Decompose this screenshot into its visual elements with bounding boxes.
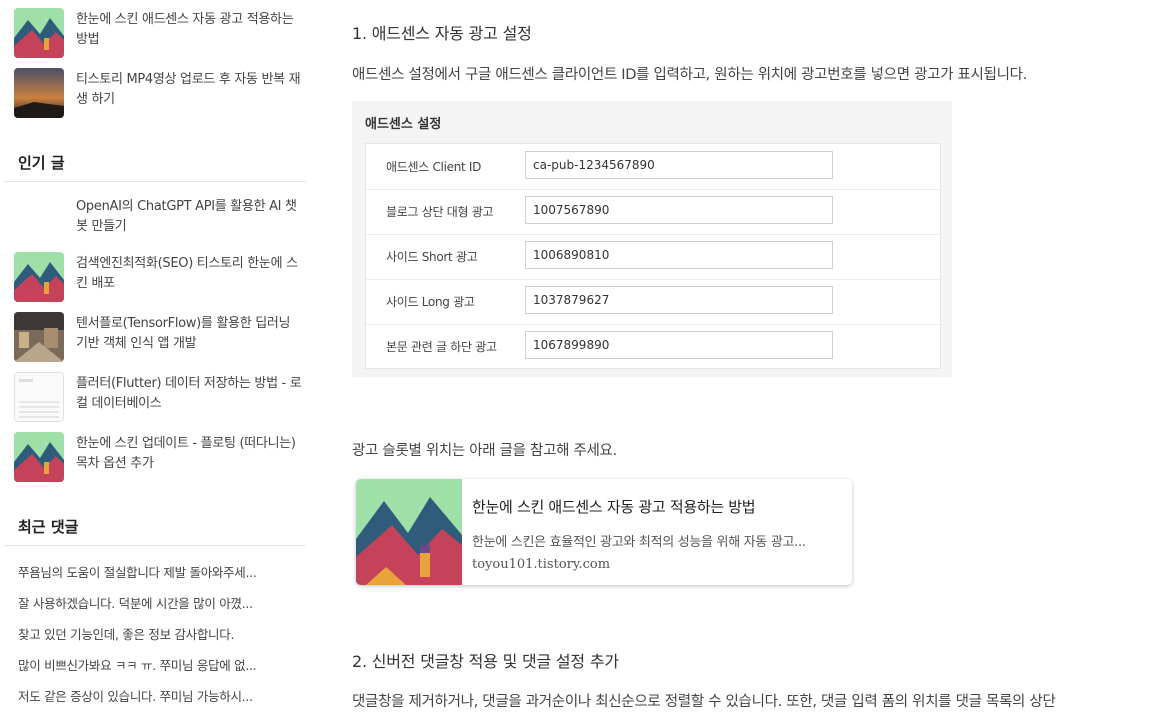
recent-comments-heading: 최근 댓글 (18, 518, 79, 536)
card-url: toyou101.tistory.com (472, 557, 611, 572)
section1-text: 애드센스 설정에서 구글 애드센스 클라이언트 ID를 입력하고, 원하는 위치… (352, 67, 1028, 83)
settings-row: 애드센스 Client ID (366, 144, 940, 190)
section2-text: 댓글창을 제거하거나, 댓글을 과거순이나 최신순으로 정렬할 수 있습니다. … (352, 694, 1056, 710)
top-banner-ad-input[interactable] (525, 196, 833, 224)
divider (4, 181, 306, 182)
card-title: 한눈에 스킨 애드센스 자동 광고 적용하는 방법 (472, 498, 756, 516)
section1-heading: 1. 애드센스 자동 광고 설정 (352, 24, 532, 43)
settings-row: 사이드 Long 광고 (366, 279, 940, 325)
popular-post-item[interactable]: 텐서플로(TensorFlow)를 활용한 딥러닝 기반 객체 인식 앱 개발 (14, 312, 310, 364)
card-description: 한눈에 스킨은 효율적인 광고와 최적의 성능을 위해 자동 광고... (472, 535, 806, 550)
popular-post-item[interactable]: OpenAI의 ChatGPT API를 활용한 AI 챗봇 만들기 (14, 195, 310, 247)
settings-title: 애드센스 설정 (365, 117, 442, 132)
recent-post-item[interactable]: 한눈에 스킨 애드센스 자동 광고 적용하는 방법 (14, 8, 310, 60)
recent-post-item[interactable]: 티스토리 MP4영상 업로드 후 자동 반복 재생 하기 (14, 68, 310, 120)
comment-item[interactable]: 저도 같은 증상이 있습니다. 쭈미님 가능하시... (18, 686, 308, 705)
settings-label: 본문 관련 글 하단 광고 (386, 340, 497, 354)
divider (4, 545, 306, 546)
client-id-input[interactable] (525, 151, 833, 179)
comment-item[interactable]: 잘 사용하겠습니다. 덕분에 시간을 많이 아꼈... (18, 593, 308, 612)
popular-post-title[interactable]: OpenAI의 ChatGPT API를 활용한 AI 챗봇 만들기 (76, 197, 304, 237)
related-post-ad-input[interactable] (525, 331, 833, 359)
recent-post-title[interactable]: 티스토리 MP4영상 업로드 후 자동 반복 재생 하기 (76, 70, 304, 110)
street-photo-thumbnail (14, 312, 64, 362)
settings-row: 블로그 상단 대형 광고 (366, 189, 940, 235)
popular-post-item[interactable]: 플러터(Flutter) 데이터 저장하는 방법 - 로컬 데이터베이스 (14, 372, 310, 424)
comment-item[interactable]: 찾고 있던 기능인데, 좋은 정보 감사합니다. (18, 624, 308, 643)
mountain-landscape-thumbnail (356, 479, 462, 585)
popular-post-title[interactable]: 한눈에 스킨 업데이트 - 플로팅 (떠다니는) 목차 옵션 추가 (76, 434, 304, 474)
popular-post-item[interactable]: 검색엔진최적화(SEO) 티스토리 한눈에 스킨 배포 (14, 252, 310, 304)
settings-label: 사이드 Long 광고 (386, 295, 475, 309)
settings-table: 애드센스 Client ID 블로그 상단 대형 광고 사이드 Short 광고… (365, 143, 941, 369)
popular-heading: 인기 글 (18, 154, 65, 172)
mountain-landscape-thumbnail (14, 252, 64, 302)
adsense-settings-panel: 애드센스 설정 애드센스 Client ID 블로그 상단 대형 광고 사이드 … (352, 101, 952, 377)
popular-post-item[interactable]: 한눈에 스킨 업데이트 - 플로팅 (떠다니는) 목차 옵션 추가 (14, 432, 310, 484)
settings-label: 사이드 Short 광고 (386, 250, 478, 264)
sunset-sky-thumbnail (14, 68, 64, 118)
settings-row: 본문 관련 글 하단 광고 (366, 324, 940, 369)
article-content: 1. 애드센스 자동 광고 설정 애드센스 설정에서 구글 애드센스 클라이언트… (352, 0, 1164, 713)
side-short-ad-input[interactable] (525, 241, 833, 269)
phone-screen-thumbnail (14, 372, 64, 422)
sidebar: 한눈에 스킨 애드센스 자동 광고 적용하는 방법 티스토리 MP4영상 업로드… (0, 0, 310, 713)
side-long-ad-input[interactable] (525, 286, 833, 314)
settings-label: 블로그 상단 대형 광고 (386, 205, 494, 219)
comment-item[interactable]: 쭈욤님의 도움이 절실합니다 제발 돌아와주세... (18, 562, 308, 581)
popular-post-title[interactable]: 플러터(Flutter) 데이터 저장하는 방법 - 로컬 데이터베이스 (76, 374, 304, 414)
recent-post-title[interactable]: 한눈에 스킨 애드센스 자동 광고 적용하는 방법 (76, 10, 304, 50)
section2-heading: 2. 신버전 댓글창 적용 및 댓글 설정 추가 (352, 652, 619, 671)
link-preview-card[interactable]: 한눈에 스킨 애드센스 자동 광고 적용하는 방법 한눈에 스킨은 효율적인 광… (356, 479, 852, 585)
popular-post-title[interactable]: 텐서플로(TensorFlow)를 활용한 딥러닝 기반 객체 인식 앱 개발 (76, 314, 304, 354)
mountain-landscape-thumbnail (14, 432, 64, 482)
slot-reference-text: 광고 슬롯별 위치는 아래 글을 참고해 주세요. (352, 443, 617, 459)
comment-item[interactable]: 많이 비쁘신가봐요 ㅋㅋ ㅠ. 쭈미님 응답에 없... (18, 655, 308, 674)
mountain-landscape-thumbnail (14, 8, 64, 58)
settings-label: 애드센스 Client ID (386, 160, 482, 174)
popular-post-title[interactable]: 검색엔진최적화(SEO) 티스토리 한눈에 스킨 배포 (76, 254, 304, 294)
settings-row: 사이드 Short 광고 (366, 234, 940, 280)
